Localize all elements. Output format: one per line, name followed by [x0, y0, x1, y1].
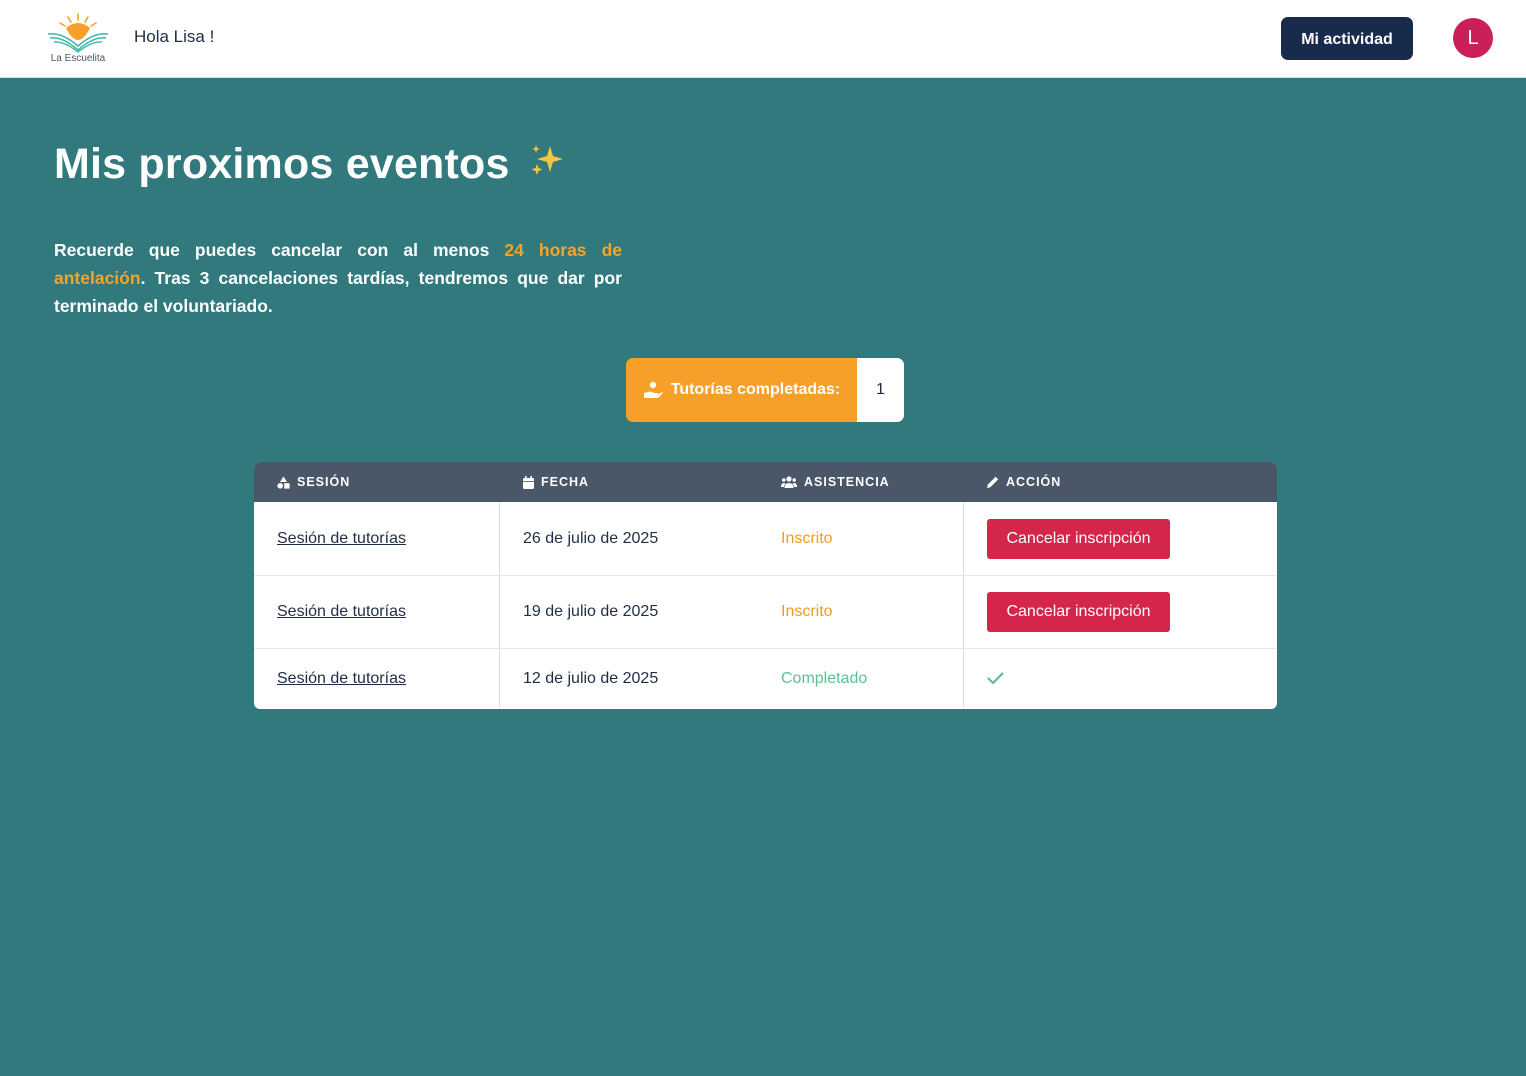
table-row: Sesión de tutorías 19 de julio de 2025 I… [254, 575, 1277, 648]
greeting-text: Hola Lisa ! [134, 27, 215, 46]
date-cell: 12 de julio de 2025 [523, 669, 659, 687]
session-cell: Sesión de tutorías [254, 649, 500, 708]
column-header-session: SESIÓN [254, 462, 500, 502]
session-link[interactable]: Sesión de tutorías [277, 530, 406, 548]
column-header-label: FECHA [541, 475, 590, 489]
action-cell [964, 649, 1277, 708]
action-cell: Cancelar inscripción [964, 576, 1277, 648]
sun-book-logo-icon [47, 13, 109, 53]
status-completed: Completado [758, 649, 964, 708]
session-cell: Sesión de tutorías [254, 576, 500, 648]
top-navbar: La Escuelita Hola Lisa ! Mi actividad L [0, 0, 1526, 78]
table-header: SESIÓN FECHA ASISTENCIA ACCIÓN [254, 462, 1277, 502]
page-title: Mis proximos eventos [54, 140, 566, 191]
completed-tutorials-counter: Tutorías completadas: 1 [626, 358, 904, 422]
date-cell: 26 de julio de 2025 [523, 529, 659, 547]
cancel-enrollment-button[interactable]: Cancelar inscripción [987, 592, 1170, 632]
column-header-label: SESIÓN [297, 475, 351, 489]
my-activity-button[interactable]: Mi actividad [1281, 17, 1413, 60]
page-title-text: Mis proximos eventos [54, 140, 510, 188]
status-enrolled: Inscrito [758, 576, 964, 648]
status-enrolled: Inscrito [758, 502, 964, 575]
column-header-action: ACCIÓN [964, 462, 1277, 502]
session-link[interactable]: Sesión de tutorías [277, 603, 406, 621]
column-header-date: FECHA [500, 462, 758, 502]
note-text-part1: Recuerde que puedes cancelar con al meno… [54, 240, 505, 260]
table-row: Sesión de tutorías 12 de julio de 2025 C… [254, 648, 1277, 708]
users-icon [781, 476, 797, 488]
la-escuelita-logo[interactable]: La Escuelita [44, 10, 112, 66]
calendar-icon [523, 475, 534, 489]
counter-label-box: Tutorías completadas: [626, 358, 857, 422]
logo-text: La Escuelita [50, 53, 106, 64]
action-cell: Cancelar inscripción [964, 502, 1277, 575]
events-table: SESIÓN FECHA ASISTENCIA ACCIÓN Sesión de… [254, 462, 1277, 709]
date-cell: 19 de julio de 2025 [523, 603, 659, 620]
hand-holding-heart-icon [643, 381, 663, 398]
table-row: Sesión de tutorías 26 de julio de 2025 I… [254, 502, 1277, 575]
counter-value: 1 [857, 358, 904, 422]
sparkles-icon [528, 142, 566, 191]
check-icon [987, 672, 1004, 685]
counter-label: Tutorías completadas: [670, 381, 841, 398]
pencil-icon [987, 476, 999, 488]
column-header-attendance: ASISTENCIA [758, 462, 964, 502]
cancellation-note: Recuerde que puedes cancelar con al meno… [54, 236, 622, 320]
column-header-label: ACCIÓN [1006, 475, 1062, 489]
cancel-enrollment-button[interactable]: Cancelar inscripción [987, 518, 1170, 559]
session-cell: Sesión de tutorías [254, 502, 500, 575]
shapes-icon [277, 476, 290, 489]
user-avatar[interactable]: L [1453, 18, 1493, 58]
column-header-label: ASISTENCIA [804, 475, 890, 489]
session-link[interactable]: Sesión de tutorías [277, 670, 406, 688]
